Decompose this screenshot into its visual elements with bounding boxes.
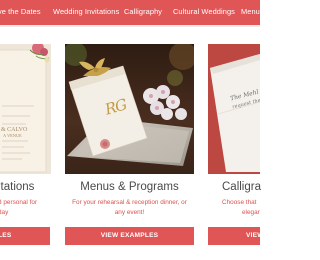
page-bottom — [0, 250, 260, 260]
invitations-image — [0, 44, 51, 174]
nav-item-wedding-invitations[interactable]: Wedding Invitations — [53, 7, 119, 16]
top-nav: ve the Dates Wedding Invitations Calligr… — [0, 0, 260, 27]
nav-item-menus[interactable]: Menus — [241, 7, 260, 16]
menus-programs-image — [65, 44, 194, 174]
invitations-view-examples-button[interactable]: LES — [0, 227, 50, 245]
invitation-card-venue: A VENUE — [3, 133, 22, 138]
nav-item-save-the-dates[interactable]: ve the Dates — [0, 7, 41, 16]
invitations-desc-line2: day — [0, 209, 9, 216]
calligraphy-view-examples-button[interactable]: VIEW — [208, 227, 260, 245]
calligraphy-photo[interactable]: The Mehl request the — [208, 44, 260, 174]
menus-programs-view-examples-button[interactable]: VIEW EXAMPLES — [65, 227, 194, 245]
nav-item-cultural-weddings[interactable]: Cultural Weddings — [173, 7, 235, 16]
menus-programs-desc-line2: any event! — [114, 209, 145, 216]
calligraphy-desc-line2: elegar — [242, 209, 260, 216]
menus-programs-title: Menus & Programs — [80, 181, 179, 193]
nav-item-calligraphy[interactable]: Calligraphy — [124, 7, 162, 16]
invitations-photo[interactable]: & CALVO A VENUE — [0, 44, 51, 174]
calligraphy-title: Calligra — [222, 181, 261, 193]
invitations-title: itations — [0, 181, 35, 193]
menus-programs-photo[interactable]: RG — [65, 44, 194, 174]
